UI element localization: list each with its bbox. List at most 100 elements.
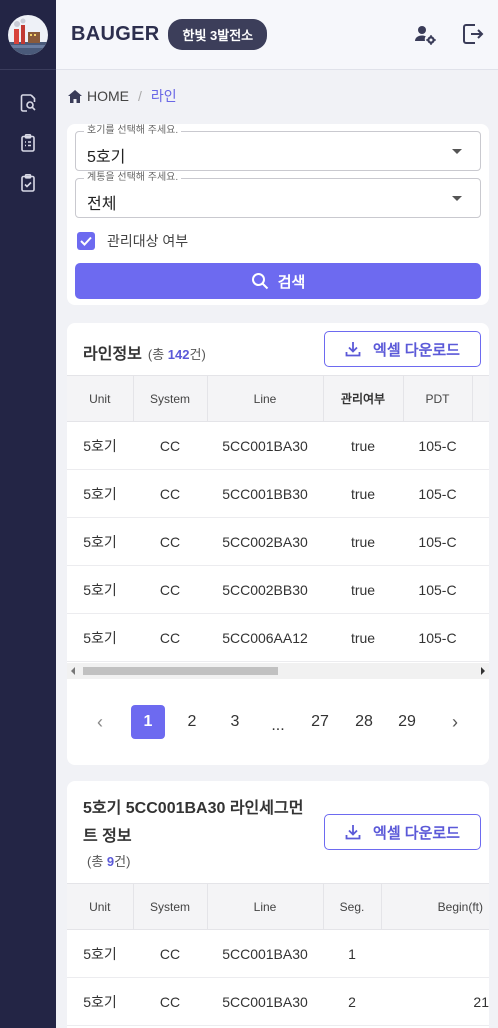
scroll-left-icon[interactable] [71,667,75,675]
dropdown-arrow-icon [452,149,462,154]
power-plant-logo-icon [8,14,48,55]
cell-system: CC [133,469,207,518]
table-row[interactable]: 5호기 CC 5CC001BB30 true 105-C [67,469,489,518]
cell-line: 5CC001BB30 [207,469,323,518]
user-settings-button[interactable] [413,22,437,46]
column-header[interactable]: System [133,375,208,422]
segment-info-title: 5호기 5CC001BA30 라인세그먼 트 정보 [83,795,353,851]
column-header[interactable]: PDT [403,375,473,422]
cell-unit: 5호기 [67,421,133,470]
next-page-button[interactable]: › [438,705,472,739]
cell-pdt: 105-C [403,421,472,470]
cell-line: 5CC006AA12 [207,613,323,662]
cell-overflow [472,613,489,662]
page-button[interactable]: 29 [390,705,424,739]
excel-download-button[interactable]: 엑셀 다운로드 [324,331,481,367]
managed-checkbox-label: 관리대상 여부 [107,233,189,249]
filter-card: 호기를 선택해 주세요. 5호기 계통을 선택해 주세요. 전체 관리대상 여부… [67,124,489,305]
line-info-title-text: 라인정보 [83,346,142,363]
breadcrumb-home[interactable]: HOME [87,88,129,104]
cell-line: 5CC001BA30 [207,977,323,1026]
unit-select-legend: 호기를 선택해 주세요. [84,125,182,137]
system-select[interactable]: 계통을 선택해 주세요. 전체 [75,172,481,218]
segment-info-card: 5호기 5CC001BA30 라인세그먼 트 정보 (총 9건) 엑셀 다운로드… [67,781,489,1028]
sidebar-item-list[interactable] [0,123,56,163]
search-doc-icon [20,94,36,112]
system-select-value: 전체 [87,196,117,213]
cell-pdt: 105-C [403,613,472,662]
page-button[interactable]: 27 [303,705,337,739]
cell-system: CC [133,613,207,662]
segment-excel-download-button[interactable]: 엑셀 다운로드 [324,814,481,850]
search-icon [251,273,268,290]
cell-line: 5CC002BB30 [207,565,323,614]
column-header[interactable]: 관리여부 [323,375,404,422]
cell-unit: 5호기 [67,977,133,1026]
page-button[interactable]: 28 [347,705,381,739]
search-button[interactable]: 검색 [75,263,481,299]
column-header[interactable]: Seg. [323,883,382,930]
segment-title-line-2: 트 정보 [83,828,132,845]
column-header[interactable]: Unit [67,375,134,422]
download-icon [345,825,361,840]
table-row[interactable]: 5호기 CC 5CC001BA30 1 [67,929,489,978]
page-ellipsis: ... [271,717,285,734]
column-header[interactable]: Line [207,375,324,422]
cell-pdt: 105-C [403,469,472,518]
line-info-card: 라인정보 (총 142건) 엑셀 다운로드 Unit System Line 관리… [67,323,489,765]
user-settings-icon [415,26,436,45]
column-header[interactable]: Unit [67,883,134,930]
home-icon[interactable] [68,89,82,103]
table-row[interactable]: 5호기 CC 5CC006AA12 true 105-C [67,613,489,662]
page-button[interactable]: 1 [131,705,165,739]
cell-overflow [472,517,489,566]
managed-checkbox-row: 관리대상 여부 [77,231,188,251]
cell-pdt: 105-C [403,565,472,614]
cell-unit: 5호기 [67,929,133,978]
line-info-count: (총 142건) [148,347,206,362]
page-button[interactable]: 3 [218,705,252,739]
cell-system: CC [133,565,207,614]
plant-badge[interactable]: 한빛 3발전소 [168,19,268,50]
segment-table-header: Unit System Line Seg. Begin(ft) [67,883,489,930]
column-header[interactable]: System [133,883,208,930]
page-button[interactable]: 2 [175,705,209,739]
system-select-legend: 계통을 선택해 주세요. [84,172,182,184]
horizontal-scrollbar[interactable] [67,663,489,679]
line-info-title: 라인정보 (총 142건) [83,340,206,364]
cell-line: 5CC002BA30 [207,517,323,566]
segment-title-line-1: 5호기 5CC001BA30 라인세그먼 [83,800,304,817]
excel-download-label: 엑셀 다운로드 [373,341,460,359]
cell-system: CC [133,421,207,470]
segment-excel-download-label: 엑셀 다운로드 [373,824,460,842]
cell-unit: 5호기 [67,469,133,518]
column-header[interactable]: Line [207,883,324,930]
logout-icon [463,24,484,44]
cell-seg: 2 [323,977,381,1026]
cell-unit: 5호기 [67,565,133,614]
cell-overflow [472,469,489,518]
app-logo[interactable] [0,0,56,70]
clipboard-check-icon [21,173,35,192]
cell-line: 5CC001BA30 [207,929,323,978]
count-value: 142 [167,347,190,362]
table-row[interactable]: 5호기 CC 5CC002BA30 true 105-C [67,517,489,566]
column-header[interactable]: Begin(ft) [381,883,489,930]
unit-select[interactable]: 호기를 선택해 주세요. 5호기 [75,125,481,171]
line-table-header: Unit System Line 관리여부 PDT [67,375,489,422]
table-row[interactable]: 5호기 CC 5CC001BA30 2 21 [67,977,489,1026]
count-suffix: 건) [189,347,206,362]
logout-button[interactable] [461,22,485,46]
table-row[interactable]: 5호기 CC 5CC002BB30 true 105-C [67,565,489,614]
cell-managed: true [323,517,403,566]
cell-unit: 5호기 [67,613,133,662]
cell-managed: true [323,421,403,470]
scroll-right-icon[interactable] [481,667,485,675]
managed-checkbox[interactable] [77,232,95,250]
sidebar-item-search[interactable] [0,83,56,123]
count-prefix: (총 [147,347,168,362]
table-row[interactable]: 5호기 CC 5CC001BA30 true 105-C [67,421,489,470]
sidebar-item-check[interactable] [0,163,56,203]
scrollbar-thumb[interactable] [83,667,278,675]
prev-page-button[interactable]: ‹ [83,705,117,739]
